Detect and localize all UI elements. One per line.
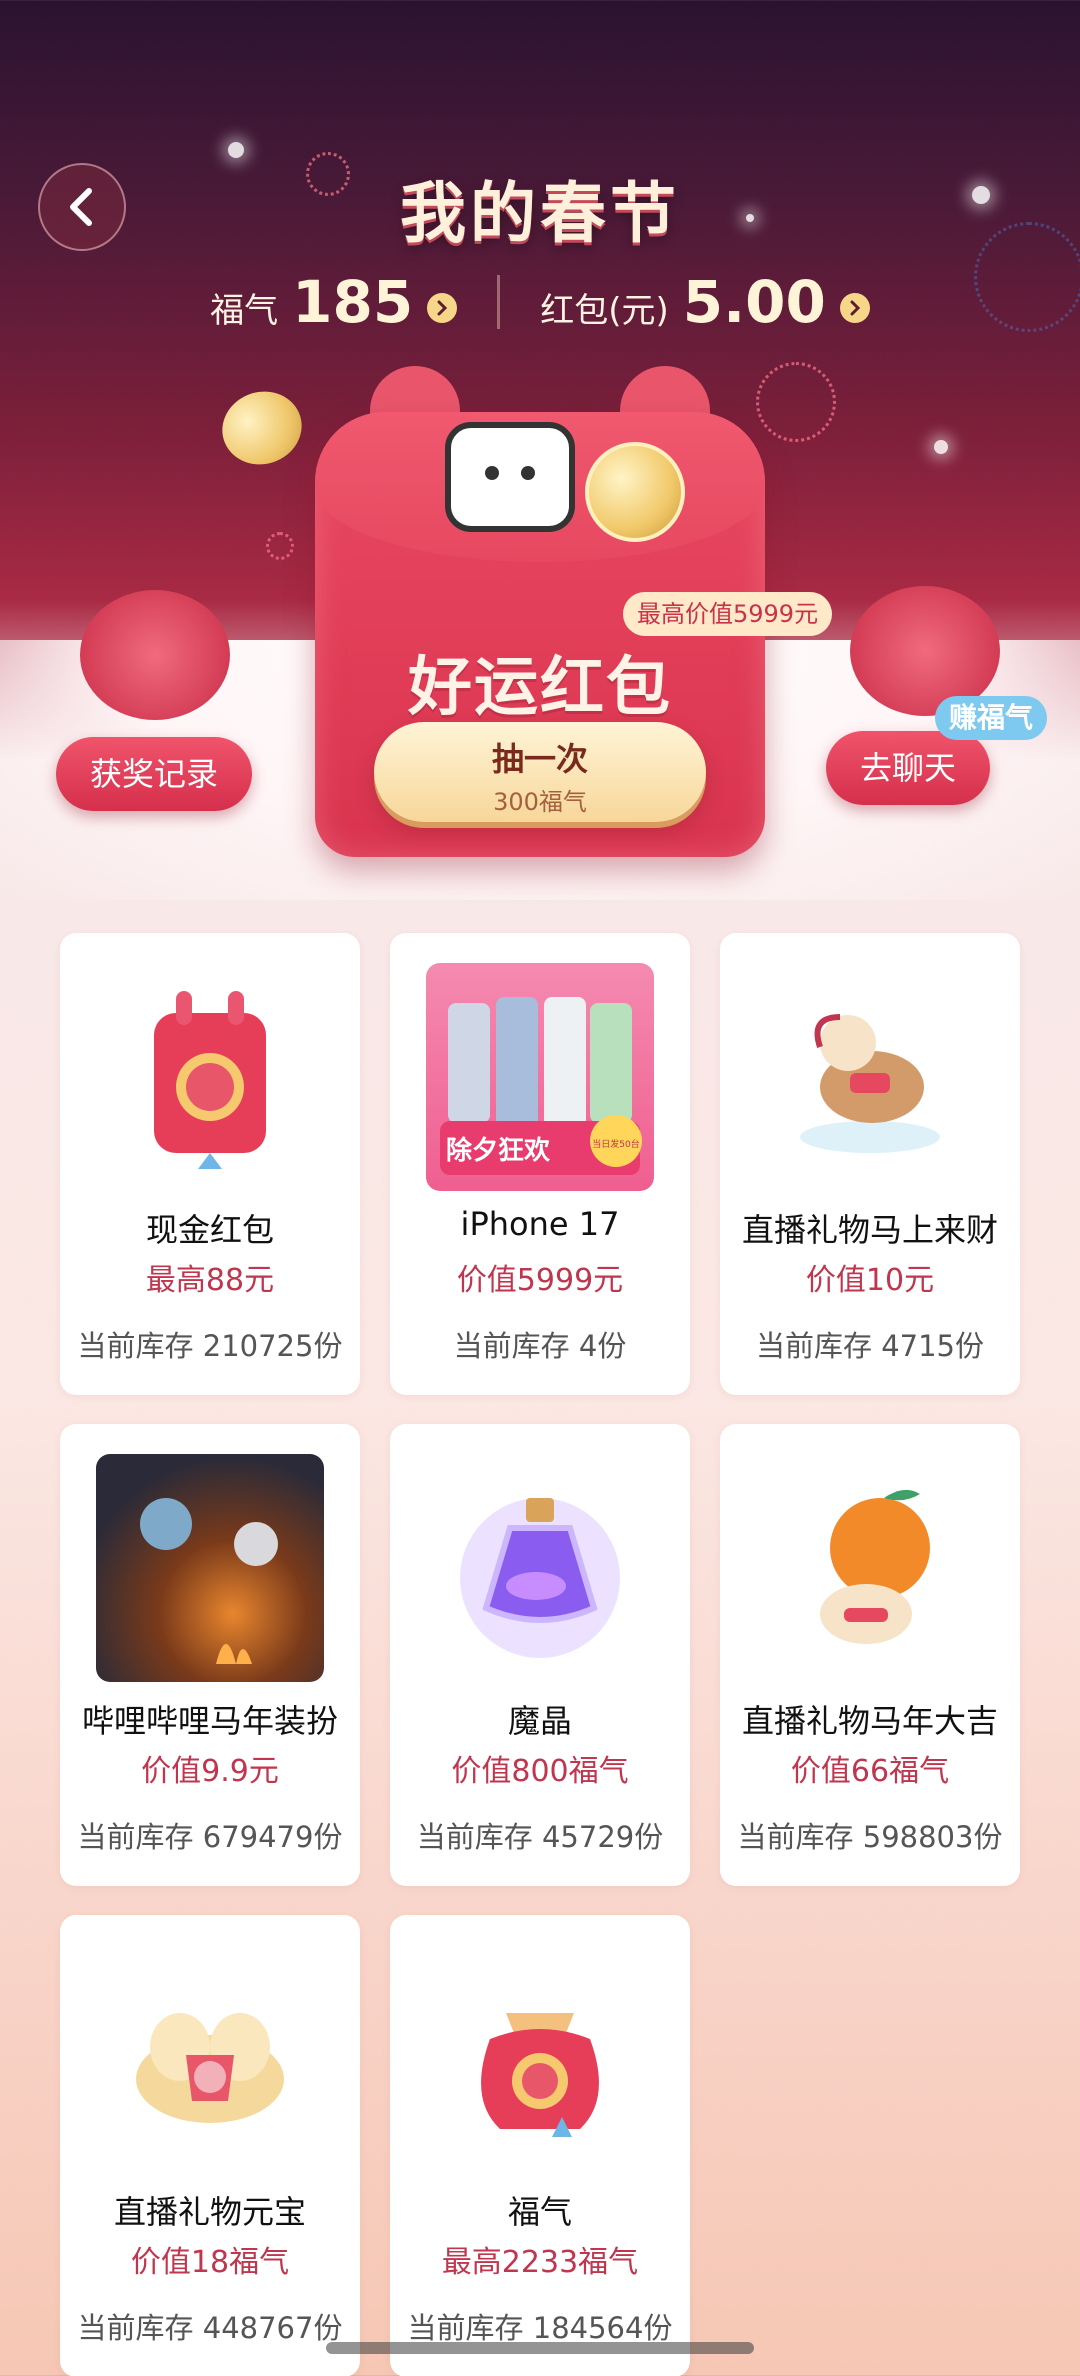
prize-card-magic-crystal[interactable]: 魔晶 价值800福气 当前库存 45729份 bbox=[390, 1424, 690, 1886]
envelope-title: 好运红包 bbox=[408, 651, 672, 725]
gold-coin-icon bbox=[585, 442, 685, 542]
red-envelope-icon bbox=[96, 963, 324, 1191]
fuqi-value: 185 bbox=[292, 268, 414, 336]
prize-stock: 当前库存 210725份 bbox=[77, 1329, 343, 1363]
prize-price: 最高2233福气 bbox=[441, 2245, 639, 2280]
prize-price: 最高88元 bbox=[145, 1263, 275, 1298]
divider bbox=[497, 275, 501, 329]
firework-decoration bbox=[266, 532, 294, 560]
promo-badge: 当日发50台 bbox=[592, 1138, 639, 1150]
prize-card-horse-fortune[interactable]: 直播礼物马上来财 价值10元 当前库存 4715份 bbox=[720, 933, 1020, 1395]
prize-card-ingot[interactable]: 直播礼物元宝 价值18福气 当前库存 448767份 bbox=[60, 1915, 360, 2376]
prize-name: 直播礼物马年大吉 bbox=[741, 1702, 998, 1740]
balance-bar: 福气 185 红包(元) 5.00 bbox=[0, 268, 1080, 336]
prize-name: 哔哩哔哩马年装扮 bbox=[81, 1702, 338, 1740]
prize-name: 直播礼物马上来财 bbox=[741, 1211, 998, 1249]
chevron-right-icon bbox=[839, 293, 870, 323]
promo-title: 除夕狂欢 bbox=[446, 1135, 551, 1166]
chevron-right-icon bbox=[427, 293, 458, 323]
prize-stock: 当前库存 4715份 bbox=[755, 1329, 985, 1363]
page-title: 我的春节 bbox=[400, 175, 680, 252]
prize-price: 价值9.9元 bbox=[141, 1754, 279, 1789]
potion-bottle-icon bbox=[426, 1454, 654, 1682]
horse-gift-icon bbox=[756, 963, 984, 1191]
firework-decoration bbox=[756, 362, 836, 442]
prize-name: iPhone 17 bbox=[460, 1205, 620, 1243]
illustration-image bbox=[96, 1454, 324, 1682]
prize-price: 价值66福气 bbox=[790, 1754, 950, 1789]
phone-image: 除夕狂欢 当日发50台 bbox=[426, 963, 654, 1191]
prize-card-fuqi[interactable]: 福气 最高2233福气 当前库存 184564份 bbox=[390, 1915, 690, 2376]
prize-stock: 当前库存 598803份 bbox=[737, 1820, 1003, 1854]
prize-name: 现金红包 bbox=[145, 1211, 274, 1249]
orange-horse-icon bbox=[756, 1454, 984, 1682]
mascot-eye bbox=[485, 466, 499, 480]
max-value-tag: 最高价值5999元 bbox=[623, 592, 833, 636]
prize-stock: 当前库存 184564份 bbox=[407, 2311, 673, 2345]
redpacket-value: 5.00 bbox=[682, 268, 826, 336]
mascot-eye bbox=[521, 466, 535, 480]
prize-card-horse-luck[interactable]: 直播礼物马年大吉 价值66福气 当前库存 598803份 bbox=[720, 1424, 1020, 1886]
gift-box-icon bbox=[80, 590, 230, 720]
prize-card-bilibili-decor[interactable]: 哔哩哔哩马年装扮 价值9.9元 当前库存 679479份 bbox=[60, 1424, 360, 1886]
prize-card-cash-redpacket[interactable]: 现金红包 最高88元 当前库存 210725份 bbox=[60, 933, 360, 1395]
redpacket-label: 红包(元) bbox=[540, 291, 669, 331]
prize-stock: 当前库存 45729份 bbox=[416, 1820, 664, 1854]
redpacket-balance[interactable]: 红包(元) 5.00 bbox=[540, 268, 870, 336]
lucky-bag-icon bbox=[426, 1945, 654, 2173]
home-indicator[interactable] bbox=[326, 2342, 754, 2354]
sparkle-decoration bbox=[934, 440, 948, 454]
draw-once-button[interactable]: 抽一次 300福气 bbox=[374, 722, 706, 822]
prize-grid: 现金红包 最高88元 当前库存 210725份 除夕狂欢 当日发50台 iPho… bbox=[60, 933, 1020, 2376]
coin-icon bbox=[212, 381, 312, 475]
prize-stock: 当前库存 679479份 bbox=[77, 1820, 343, 1854]
draw-button-label: 抽一次 bbox=[491, 740, 588, 778]
prize-price: 价值18福气 bbox=[130, 2245, 290, 2280]
tv-mascot-icon bbox=[445, 422, 575, 532]
prize-name: 福气 bbox=[507, 2193, 572, 2231]
prize-price: 价值10元 bbox=[805, 1263, 935, 1298]
prize-stock: 当前库存 448767份 bbox=[77, 2311, 343, 2345]
ingot-icon bbox=[96, 1945, 324, 2173]
earn-fuqi-badge: 赚福气 bbox=[935, 696, 1048, 740]
go-chat-button[interactable]: 去聊天 bbox=[826, 731, 991, 805]
draw-button-cost: 300福气 bbox=[493, 788, 587, 816]
prize-price: 价值800福气 bbox=[451, 1754, 629, 1789]
prize-name: 直播礼物元宝 bbox=[113, 2193, 306, 2231]
prize-price: 价值5999元 bbox=[456, 1263, 624, 1298]
fuqi-label: 福气 bbox=[210, 291, 279, 331]
fuqi-balance[interactable]: 福气 185 bbox=[210, 268, 458, 336]
prize-stock: 当前库存 4份 bbox=[453, 1329, 627, 1363]
prize-name: 魔晶 bbox=[507, 1702, 572, 1740]
prize-record-button[interactable]: 获奖记录 bbox=[56, 737, 253, 811]
prize-card-iphone[interactable]: 除夕狂欢 当日发50台 iPhone 17 价值5999元 当前库存 4份 bbox=[390, 933, 690, 1395]
sparkle-decoration bbox=[228, 142, 244, 158]
